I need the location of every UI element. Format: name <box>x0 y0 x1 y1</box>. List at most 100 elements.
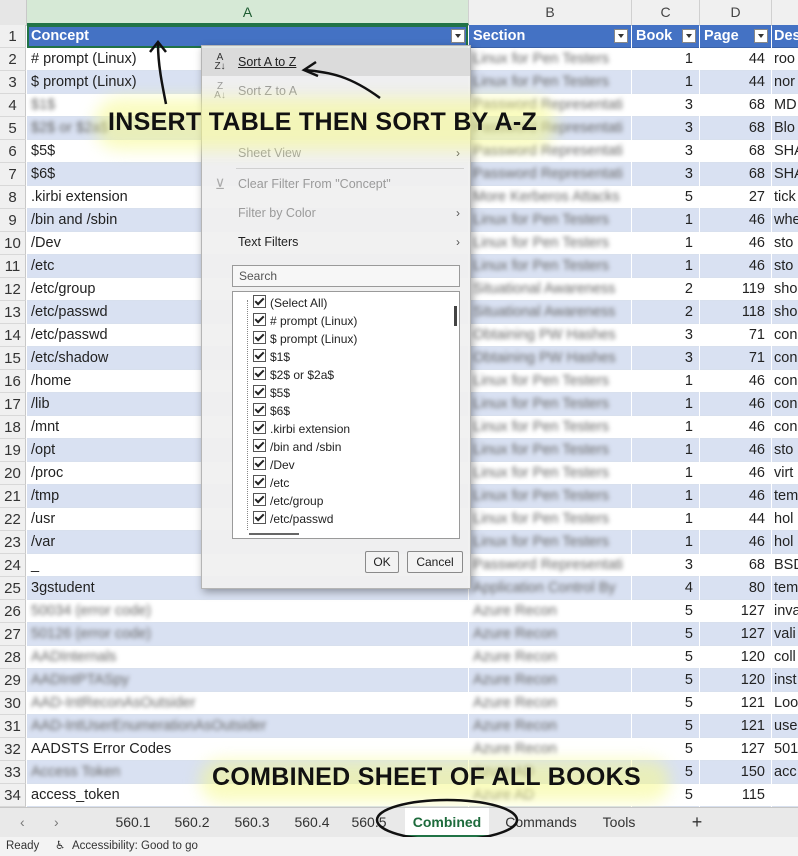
row-number[interactable]: 6 <box>0 140 26 163</box>
filter-dropdown-icon[interactable] <box>682 29 696 43</box>
row-number[interactable]: 30 <box>0 692 26 715</box>
row-number[interactable]: 8 <box>0 186 26 209</box>
section-cell[interactable]: Linux for Pen Testers <box>469 531 631 554</box>
scroll-left-icon[interactable]: ‹ <box>20 808 25 836</box>
description-cell[interactable]: hol <box>772 508 798 531</box>
filter-value-item[interactable]: $1$ <box>253 348 290 366</box>
section-cell[interactable]: Situational Awareness <box>469 278 631 301</box>
book-cell[interactable]: 3 <box>632 347 699 370</box>
column-header-b[interactable]: B <box>469 0 632 25</box>
section-cell[interactable]: Linux for Pen Testers <box>469 462 631 485</box>
book-cell[interactable]: 4 <box>632 577 699 600</box>
book-cell[interactable]: 3 <box>632 94 699 117</box>
filter-by-color-item[interactable]: Filter by Color › <box>202 199 470 227</box>
filter-values-list[interactable]: (Select All) # prompt (Linux) $ prompt (Li… <box>232 291 460 539</box>
description-cell[interactable]: tem <box>772 485 798 508</box>
book-cell[interactable]: 3 <box>632 117 699 140</box>
page-cell[interactable]: 127 <box>700 600 771 623</box>
section-cell[interactable]: Linux for Pen Testers <box>469 485 631 508</box>
page-cell[interactable]: 115 <box>700 784 771 807</box>
page-cell[interactable]: 68 <box>700 94 771 117</box>
ok-button[interactable]: OK <box>365 551 399 573</box>
section-cell[interactable]: Azure Recon <box>469 600 631 623</box>
book-cell[interactable]: 5 <box>632 692 699 715</box>
row-number[interactable]: 17 <box>0 393 26 416</box>
page-cell[interactable]: 150 <box>700 761 771 784</box>
filter-search-input[interactable]: Search <box>232 265 460 287</box>
accessibility-status[interactable]: Accessibility: Good to go <box>72 837 198 856</box>
book-cell[interactable]: 2 <box>632 301 699 324</box>
page-cell[interactable]: 46 <box>700 232 771 255</box>
checkbox-checked-icon[interactable] <box>253 385 266 398</box>
column-header-e[interactable] <box>772 0 798 25</box>
filter-value-item[interactable]: $2$ or $2a$ <box>253 366 334 384</box>
row-number[interactable]: 32 <box>0 738 26 761</box>
sheet-tab-560-1[interactable]: 560.1 <box>105 808 161 838</box>
section-cell[interactable]: Azure Recon <box>469 715 631 738</box>
row-number[interactable]: 22 <box>0 508 26 531</box>
row-number[interactable]: 9 <box>0 209 26 232</box>
checkbox-checked-icon[interactable] <box>253 367 266 380</box>
description-cell[interactable]: nor <box>772 71 798 94</box>
page-cell[interactable]: 71 <box>700 347 771 370</box>
book-cell[interactable]: 1 <box>632 71 699 94</box>
row-number[interactable]: 20 <box>0 462 26 485</box>
row-number[interactable]: 25 <box>0 577 26 600</box>
filter-value-item[interactable]: /etc <box>253 474 289 492</box>
section-cell[interactable]: Azure Recon <box>469 623 631 646</box>
book-header-cell[interactable]: Book <box>632 25 699 48</box>
book-cell[interactable]: 1 <box>632 485 699 508</box>
description-cell[interactable] <box>772 784 798 807</box>
page-cell[interactable]: 80 <box>700 577 771 600</box>
concept-cell[interactable]: 50034 (error code) <box>27 600 468 623</box>
checkbox-checked-icon[interactable] <box>253 439 266 452</box>
concept-cell[interactable]: AADInternals <box>27 646 468 669</box>
list-hscrollbar[interactable] <box>249 533 299 535</box>
filter-dropdown-icon[interactable] <box>754 29 768 43</box>
row-number[interactable]: 1 <box>0 25 26 48</box>
filter-value-item[interactable]: $ prompt (Linux) <box>253 330 357 348</box>
section-cell[interactable]: Linux for Pen Testers <box>469 255 631 278</box>
page-cell[interactable]: 120 <box>700 646 771 669</box>
description-cell[interactable]: roo <box>772 48 798 71</box>
book-cell[interactable]: 5 <box>632 600 699 623</box>
sheet-tab-560-4[interactable]: 560.4 <box>284 808 340 838</box>
description-cell[interactable]: inst <box>772 669 798 692</box>
page-cell[interactable]: 68 <box>700 140 771 163</box>
section-cell[interactable]: Azure Recon <box>469 738 631 761</box>
description-cell[interactable]: Loo <box>772 692 798 715</box>
page-cell[interactable]: 46 <box>700 370 771 393</box>
page-cell[interactable]: 118 <box>700 301 771 324</box>
checkbox-checked-icon[interactable] <box>253 313 266 326</box>
section-cell[interactable]: Obtaining PW Hashes <box>469 347 631 370</box>
row-number[interactable]: 5 <box>0 117 26 140</box>
description-cell[interactable]: acc <box>772 761 798 784</box>
book-cell[interactable]: 1 <box>632 209 699 232</box>
row-number[interactable]: 15 <box>0 347 26 370</box>
page-cell[interactable]: 121 <box>700 715 771 738</box>
row-number[interactable]: 12 <box>0 278 26 301</box>
sheet-tab-tools[interactable]: Tools <box>592 808 646 838</box>
description-cell[interactable]: Blo <box>772 117 798 140</box>
section-cell[interactable]: Obtaining PW Hashes <box>469 324 631 347</box>
section-cell[interactable]: Linux for Pen Testers <box>469 209 631 232</box>
page-cell[interactable]: 68 <box>700 554 771 577</box>
book-cell[interactable]: 3 <box>632 140 699 163</box>
row-number[interactable]: 7 <box>0 163 26 186</box>
filter-value-item[interactable]: .kirbi extension <box>253 420 350 438</box>
section-cell[interactable]: Linux for Pen Testers <box>469 416 631 439</box>
page-cell[interactable]: 46 <box>700 485 771 508</box>
page-cell[interactable]: 71 <box>700 324 771 347</box>
book-cell[interactable]: 1 <box>632 462 699 485</box>
page-cell[interactable]: 46 <box>700 462 771 485</box>
scroll-right-icon[interactable]: › <box>54 808 59 836</box>
book-cell[interactable]: 1 <box>632 531 699 554</box>
book-cell[interactable]: 5 <box>632 669 699 692</box>
checkbox-checked-icon[interactable] <box>253 331 266 344</box>
concept-cell[interactable]: AADIntPTASpy <box>27 669 468 692</box>
page-cell[interactable]: 119 <box>700 278 771 301</box>
row-number[interactable]: 26 <box>0 600 26 623</box>
book-cell[interactable]: 3 <box>632 554 699 577</box>
section-cell[interactable]: Password Representati <box>469 163 631 186</box>
row-number[interactable]: 24 <box>0 554 26 577</box>
